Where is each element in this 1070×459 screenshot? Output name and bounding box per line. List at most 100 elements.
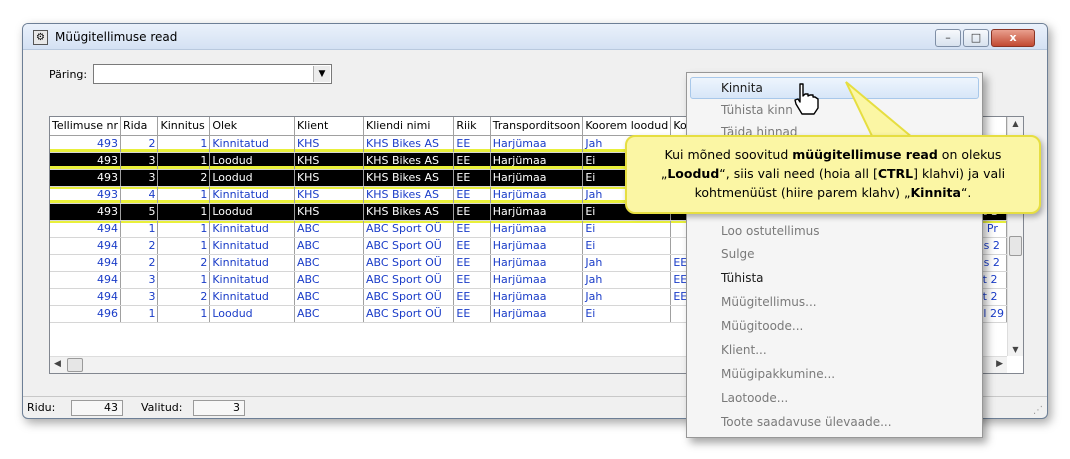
table-cell: 1 [157,152,211,170]
menu-item[interactable]: Müügitoode... [721,319,803,333]
menu-item[interactable]: Sulge [721,247,755,261]
table-cell: EE [453,271,491,289]
table-cell: 494 [50,237,121,255]
menu-item[interactable]: Kinnita [721,81,763,95]
menu-item[interactable]: Müügipakkumine... [721,367,835,381]
column-header[interactable]: Tellimuse nr [50,117,121,136]
table-cell: ABC Sport OÜ [363,237,455,255]
table-cell: Harjümaa [490,305,584,323]
table-cell: 1 [157,237,211,255]
table-cell: Jah [582,271,672,289]
table-cell: ABC [294,254,364,272]
table-cell: Harjümaa [490,186,584,204]
table-cell: Kinnitatud [209,288,295,306]
window-title: Müügitellimuse read [55,30,178,44]
table-cell: KHS [294,203,364,221]
scroll-right-icon[interactable]: ▶ [996,359,1003,369]
table-cell: ABC Sport OÜ [363,271,455,289]
resize-grip-icon[interactable]: ⋰ [1033,405,1043,416]
menu-item[interactable]: Laotoode... [721,391,788,405]
column-header[interactable]: Olek [209,117,295,136]
menu-item[interactable]: Loo ostutellimus [721,224,820,238]
table-cell: 2 [157,288,211,306]
table-cell: Kinnitatud [209,220,295,238]
menu-item[interactable]: Tühista [721,271,764,285]
column-header[interactable]: Riik [453,117,491,136]
column-header[interactable]: Koorem loodud [582,117,672,136]
table-cell: ABC Sport OÜ [363,254,455,272]
table-cell: Loodud [209,305,295,323]
table-cell: ABC Sport OÜ [363,305,455,323]
table-cell: EE [453,254,491,272]
scroll-down-icon[interactable]: ▼ [1008,345,1023,354]
table-cell: EE [453,305,491,323]
table-cell: Harjümaa [490,288,584,306]
scroll-up-icon[interactable]: ▲ [1008,119,1023,128]
table-cell: 1 [157,220,211,238]
scroll-left-icon[interactable]: ◀ [54,359,61,369]
maximize-button[interactable]: □ [963,29,989,47]
table-cell: 3 [120,288,159,306]
table-cell: 2 [157,254,211,272]
selected-count-value: 3 [193,400,245,416]
table-cell: Kinnitatud [209,135,295,153]
table-cell: 5 [120,203,159,221]
vertical-scroll-thumb[interactable] [1009,236,1022,256]
table-cell: 494 [50,220,121,238]
column-header[interactable]: Kinnitus [157,117,211,136]
table-cell: 493 [50,203,121,221]
table-cell: Kinnitatud [209,254,295,272]
callout-text: kohtmenüüst (hiire parem klahv) „ [694,185,911,200]
table-cell: Kinnitatud [209,271,295,289]
column-header[interactable]: Transporditsoon [490,117,584,136]
menu-item[interactable]: Tühista kinn [721,103,793,117]
table-cell: EE [453,288,491,306]
title-bar[interactable]: ⚙ Müügitellimuse read – □ x [23,24,1047,50]
menu-item[interactable]: Klient... [721,343,767,357]
table-cell: 1 [157,271,211,289]
column-header[interactable]: Rida [120,117,159,136]
table-cell: EE [453,169,491,187]
table-cell: Harjümaa [490,237,584,255]
menu-item[interactable]: Toote saadavuse ülevaade... [721,415,892,429]
table-cell: 2 [120,135,159,153]
rows-count-value: 43 [71,400,123,416]
table-cell: EE [453,152,491,170]
minimize-button[interactable]: – [935,29,961,47]
close-button[interactable]: x [991,29,1035,47]
table-cell: KHS [294,186,364,204]
menu-item[interactable]: Müügitellimus... [721,295,817,309]
hand-cursor-icon [794,83,819,115]
table-cell: ABC Sport OÜ [363,288,455,306]
query-select[interactable]: ▼ [93,64,332,84]
table-cell: 493 [50,186,121,204]
table-cell: Ei [582,220,672,238]
table-cell: 1 [157,135,211,153]
callout-text: “, siis vali need (hoia all [ [719,166,878,181]
column-header[interactable]: Kliendi nimi [363,117,455,136]
selected-count-label: Valitud: [141,401,183,414]
table-cell: 1 [157,186,211,204]
callout-text: on olekus [937,147,1002,162]
table-cell: 493 [50,169,121,187]
table-cell: 1 [120,305,159,323]
table-cell: ABC [294,220,364,238]
callout-text: “. [960,185,972,200]
table-cell: Loodud [209,152,295,170]
table-cell: Ei [582,305,672,323]
table-cell: KHS Bikes AS [363,203,455,221]
column-header[interactable]: Klient [294,117,364,136]
table-cell: Harjümaa [490,220,584,238]
chevron-down-icon[interactable]: ▼ [313,66,330,82]
table-cell: Harjümaa [490,203,584,221]
table-cell: 493 [50,135,121,153]
callout-tail [845,81,916,139]
table-cell: EE [453,135,491,153]
table-cell: 1 [120,220,159,238]
callout-bold: CTRL [877,166,914,181]
horizontal-scroll-thumb[interactable] [67,358,83,372]
table-cell: Harjümaa [490,152,584,170]
table-cell: Kinnitatud [209,186,295,204]
rows-count-label: Ridu: [27,401,56,414]
table-cell: Harjümaa [490,254,584,272]
